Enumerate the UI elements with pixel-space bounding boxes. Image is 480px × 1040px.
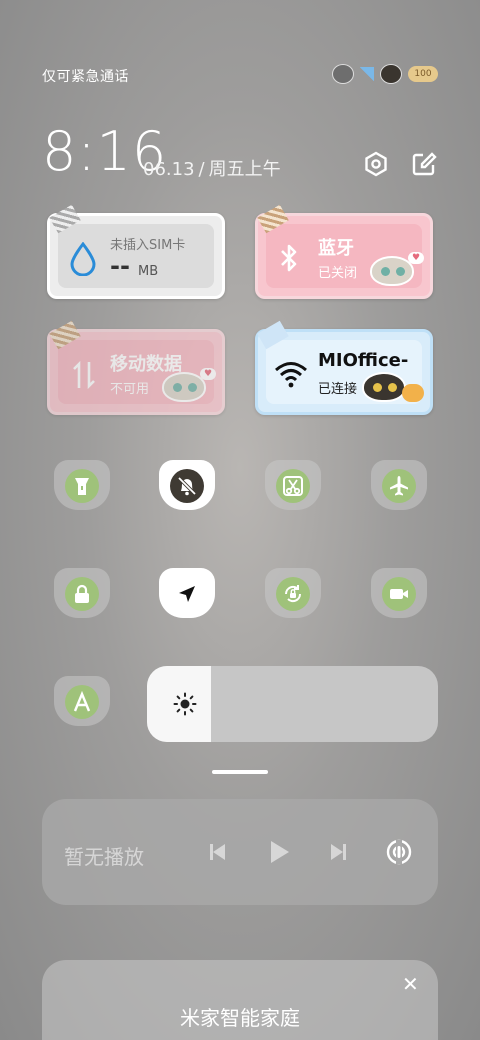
wifi-tile[interactable]: MIOffice- 已连接: [255, 320, 433, 415]
water-drop-icon: [70, 242, 96, 276]
edit-icon: [412, 152, 437, 176]
edit-button[interactable]: [410, 150, 438, 178]
silent-toggle[interactable]: [159, 460, 215, 512]
status-icons: 100: [332, 64, 438, 84]
chick-sticker: [402, 384, 424, 402]
mobile-data-title: 移动数据: [110, 354, 182, 375]
previous-button[interactable]: [202, 837, 232, 867]
sun-icon: [173, 692, 197, 716]
smart-home-title: 米家智能家庭: [180, 1006, 300, 1030]
toggle-circle: [65, 469, 99, 503]
cat-sticker: [162, 372, 206, 402]
wifi-network-name: MIOffice-: [318, 350, 409, 371]
flashlight-toggle[interactable]: [54, 460, 110, 512]
date-value: 06.13: [143, 159, 195, 180]
cat-sticker: [362, 372, 406, 402]
media-player-card[interactable]: 暂无播放: [42, 799, 438, 905]
wifi-status: 已连接: [318, 382, 358, 397]
media-title: 暂无播放: [64, 845, 144, 869]
carrier-status: 仅可紧急通话: [42, 69, 129, 85]
date[interactable]: 06.13/周五上午: [143, 155, 281, 181]
drag-handle[interactable]: [212, 770, 268, 774]
battery-icon: 100: [408, 66, 438, 82]
screen-recorder-toggle[interactable]: [371, 568, 427, 620]
data-arrows-icon: [73, 360, 95, 390]
skip-previous-icon: [210, 844, 225, 860]
data-usage-unit: MB: [138, 264, 159, 279]
signal-icon: [360, 67, 374, 81]
navigation-arrow-icon: [179, 586, 195, 602]
lock-screen-toggle[interactable]: [54, 568, 110, 620]
toggle-circle: [276, 577, 310, 611]
play-button[interactable]: [263, 837, 293, 867]
wifi-status-icon: [380, 64, 402, 84]
toggle-circle: [382, 577, 416, 611]
weekday: 周五上午: [208, 159, 281, 180]
bluetooth-tile[interactable]: 蓝牙 已关闭 ♥: [255, 204, 433, 299]
avatar-icon: [332, 64, 354, 84]
lock-icon: [75, 584, 89, 603]
sim-title: 未插入SIM卡: [110, 238, 186, 253]
bell-off-icon: [177, 476, 197, 496]
rotation-lock-icon: [284, 585, 302, 603]
settings-button[interactable]: [362, 150, 390, 178]
letter-a-icon: [73, 691, 91, 712]
toggle-circle: [276, 469, 310, 503]
screenshot-toggle[interactable]: [265, 460, 321, 512]
mobile-data-status: 不可用: [110, 382, 150, 397]
mobile-data-tile[interactable]: 移动数据 不可用 ♥: [47, 320, 225, 415]
bluetooth-icon: [281, 244, 297, 272]
gear-icon: [365, 151, 387, 177]
toggle-circle: [382, 469, 416, 503]
sim-tile[interactable]: 未插入SIM卡 -- MB: [47, 204, 225, 299]
heart-icon: ♥: [408, 252, 424, 264]
smart-home-card[interactable]: ✕ 米家智能家庭: [42, 960, 438, 1040]
wifi-icon: [275, 362, 307, 388]
play-icon: [271, 841, 289, 863]
cat-sticker: [370, 256, 414, 286]
data-usage-value: --: [110, 252, 130, 280]
auto-brightness-toggle[interactable]: [54, 676, 110, 728]
airplane-icon: [390, 476, 408, 496]
next-button[interactable]: [324, 837, 354, 867]
scissors-icon: [283, 476, 303, 496]
toggle-circle: [65, 685, 99, 719]
bluetooth-title: 蓝牙: [318, 238, 354, 259]
toggle-circle: [170, 469, 204, 503]
flashlight-icon: [75, 478, 89, 495]
close-button[interactable]: ✕: [402, 972, 419, 996]
audio-output-button[interactable]: [384, 837, 414, 867]
heart-icon: ♥: [200, 368, 216, 380]
rotation-lock-toggle[interactable]: [265, 568, 321, 620]
date-separator: /: [198, 159, 205, 180]
skip-next-icon: [331, 844, 346, 860]
cast-audio-icon: [386, 839, 412, 865]
airplane-toggle[interactable]: [371, 460, 427, 512]
video-camera-icon: [390, 589, 408, 599]
location-toggle[interactable]: [159, 568, 215, 620]
toggle-circle: [65, 577, 99, 611]
bluetooth-status: 已关闭: [318, 266, 358, 281]
brightness-slider[interactable]: [147, 666, 438, 742]
toggle-circle: [170, 577, 204, 611]
